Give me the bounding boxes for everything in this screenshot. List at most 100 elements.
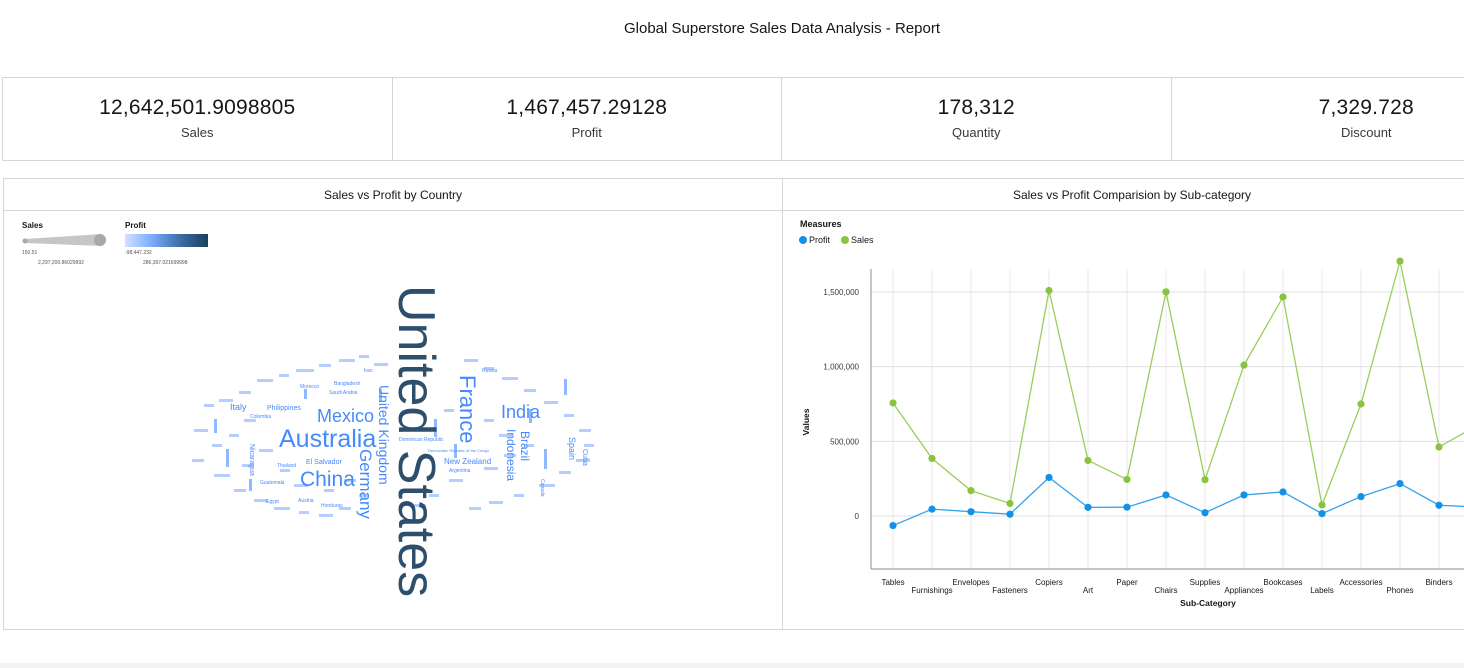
word-france[interactable]: France	[455, 375, 480, 455]
word-cuba[interactable]: Cuba	[581, 449, 588, 479]
word-iran[interactable]: Iran	[364, 369, 373, 374]
data-point-sales[interactable]	[1162, 288, 1170, 296]
footer-bar	[0, 663, 1464, 668]
word-guatemala[interactable]: Guatemala	[260, 481, 284, 486]
data-point-sales[interactable]	[1357, 400, 1365, 408]
kpi-profit[interactable]: 1,467,457.29128 Profit	[393, 78, 782, 160]
word-el-salvador[interactable]: El Salvador	[306, 459, 342, 466]
series-line-sales[interactable]	[892, 260, 1464, 508]
word-argentina[interactable]: Argentina	[449, 469, 470, 474]
data-point-profit[interactable]	[1357, 492, 1365, 501]
kpi-label: Quantity	[952, 125, 1001, 140]
y-tick-label: 1,000,000	[823, 363, 859, 372]
word-germany[interactable]: Germany	[356, 449, 375, 529]
data-point-sales[interactable]	[1006, 499, 1014, 508]
data-point-profit[interactable]	[1396, 479, 1404, 488]
x-tick-label: Tables	[881, 578, 904, 587]
word-china[interactable]: China	[300, 469, 355, 490]
x-tick-label: Phones	[1386, 586, 1413, 595]
word-bangladesh[interactable]: Bangladesh	[334, 382, 360, 387]
x-tick-label: Supplies	[1190, 578, 1221, 587]
series-line-profit[interactable]	[892, 476, 1464, 527]
word-canada[interactable]: Canada	[539, 479, 545, 509]
word-austria[interactable]: Austria	[298, 499, 314, 504]
legend-profit-min: -98,447.232	[125, 250, 152, 256]
word-honduras[interactable]: Honduras	[321, 504, 343, 509]
legend-sales-min: 150.51	[22, 250, 38, 256]
word-saudi-arabia[interactable]: Saudi Arabia	[329, 391, 357, 396]
kpi-label: Profit	[571, 125, 602, 140]
chart-legend[interactable]: Profit Sales	[799, 235, 874, 245]
data-point-profit[interactable]	[1006, 510, 1014, 518]
word-russia[interactable]: Russia	[482, 369, 497, 374]
sales-profit-subcategory-panel[interactable]: Sales vs Profit Comparision by Sub-categ…	[782, 178, 1464, 630]
data-point-profit[interactable]	[1318, 510, 1326, 518]
subcategory-line-chart[interactable]: Measures Profit Sales 0 500,000 1,000,000 1,…	[783, 212, 1464, 630]
legend-sales-label: Sales	[22, 221, 43, 230]
word-new-zealand[interactable]: New Zealand	[444, 458, 491, 466]
legend-sales-max: 2,297,200.86029992	[38, 260, 84, 266]
data-point-sales[interactable]	[1318, 501, 1326, 509]
legend-swatch-sales[interactable]	[841, 236, 849, 244]
word-united-kingdom[interactable]: United Kingdom	[376, 385, 392, 505]
x-tick-label: Furnishings	[911, 586, 952, 595]
word-nicaragua[interactable]: Nicaragua	[248, 444, 255, 484]
data-point-sales[interactable]	[1123, 475, 1131, 484]
kpi-discount[interactable]: 7,329.728 Discount	[1172, 78, 1464, 160]
word-indonesia[interactable]: Indonesia	[504, 429, 518, 509]
data-point-profit[interactable]	[1201, 509, 1209, 517]
x-tick-label: Art	[1083, 586, 1094, 595]
word-philippines[interactable]: Philippines	[267, 405, 301, 412]
data-point-sales[interactable]	[1201, 476, 1209, 484]
data-point-sales[interactable]	[1045, 286, 1053, 295]
word-colombia[interactable]: Colombia	[250, 415, 271, 420]
word-spain[interactable]: Spain	[567, 437, 577, 477]
chart-series[interactable]	[889, 257, 1464, 530]
report-title: Global Superstore Sales Data Analysis - …	[624, 20, 940, 37]
data-point-profit[interactable]	[1162, 491, 1170, 499]
legend-label-profit[interactable]: Profit	[809, 235, 831, 245]
data-point-sales[interactable]	[889, 399, 897, 407]
data-point-profit[interactable]	[967, 508, 975, 516]
legend-profit-max: 286,397.021699998	[143, 260, 188, 266]
data-point-sales[interactable]	[1396, 257, 1404, 265]
kpi-quantity[interactable]: 178,312 Quantity	[782, 78, 1172, 160]
kpi-value: 178,312	[937, 96, 1015, 119]
word-egypt[interactable]: Egypt	[266, 500, 279, 505]
word-india[interactable]: India	[501, 403, 540, 421]
y-tick-label: 1,500,000	[823, 288, 859, 297]
country-word-cloud[interactable]: Sales 150.51 2,297,200.86029992 Profit -…	[4, 179, 784, 631]
data-point-profit[interactable]	[928, 505, 936, 513]
data-point-sales[interactable]	[1084, 456, 1092, 465]
legend-label-sales[interactable]: Sales	[851, 235, 874, 245]
data-point-profit[interactable]	[889, 521, 897, 530]
data-point-profit[interactable]	[1240, 491, 1248, 499]
legend-swatch-profit[interactable]	[799, 236, 807, 244]
legend-title: Measures	[800, 219, 842, 229]
data-point-sales[interactable]	[928, 454, 936, 463]
data-point-profit[interactable]	[1084, 503, 1092, 511]
word-mexico[interactable]: Mexico	[317, 407, 374, 425]
sales-profit-country-panel[interactable]: Sales vs Profit by Country Sales 150.51 …	[3, 178, 783, 630]
word-thailand[interactable]: Thailand	[277, 464, 296, 469]
word-dominican-republic[interactable]: Dominican Republic	[399, 438, 443, 443]
word-brazil[interactable]: Brazil	[518, 431, 532, 491]
word-dr-congo[interactable]: Democratic Republic of the Congo	[428, 449, 489, 453]
x-axis-title: Sub-Category	[1180, 598, 1236, 608]
word-italy[interactable]: Italy	[230, 403, 247, 412]
y-axis-title: Values	[801, 408, 811, 435]
data-point-profit[interactable]	[1279, 488, 1287, 496]
kpi-sales[interactable]: 12,642,501.9098805 Sales	[3, 78, 393, 160]
x-tick-label: Envelopes	[952, 578, 989, 587]
kpi-label: Sales	[180, 125, 214, 140]
data-point-sales[interactable]	[1240, 361, 1248, 369]
data-point-profit[interactable]	[1435, 501, 1443, 509]
data-point-sales[interactable]	[1279, 293, 1287, 301]
data-point-profit[interactable]	[1123, 503, 1131, 511]
data-point-sales[interactable]	[967, 487, 975, 495]
word-morocco[interactable]: Morocco	[300, 385, 319, 390]
x-tick-label: Fasteners	[992, 586, 1028, 595]
data-point-profit[interactable]	[1045, 473, 1053, 482]
x-tick-label: Paper	[1116, 578, 1138, 587]
data-point-sales[interactable]	[1435, 443, 1443, 451]
